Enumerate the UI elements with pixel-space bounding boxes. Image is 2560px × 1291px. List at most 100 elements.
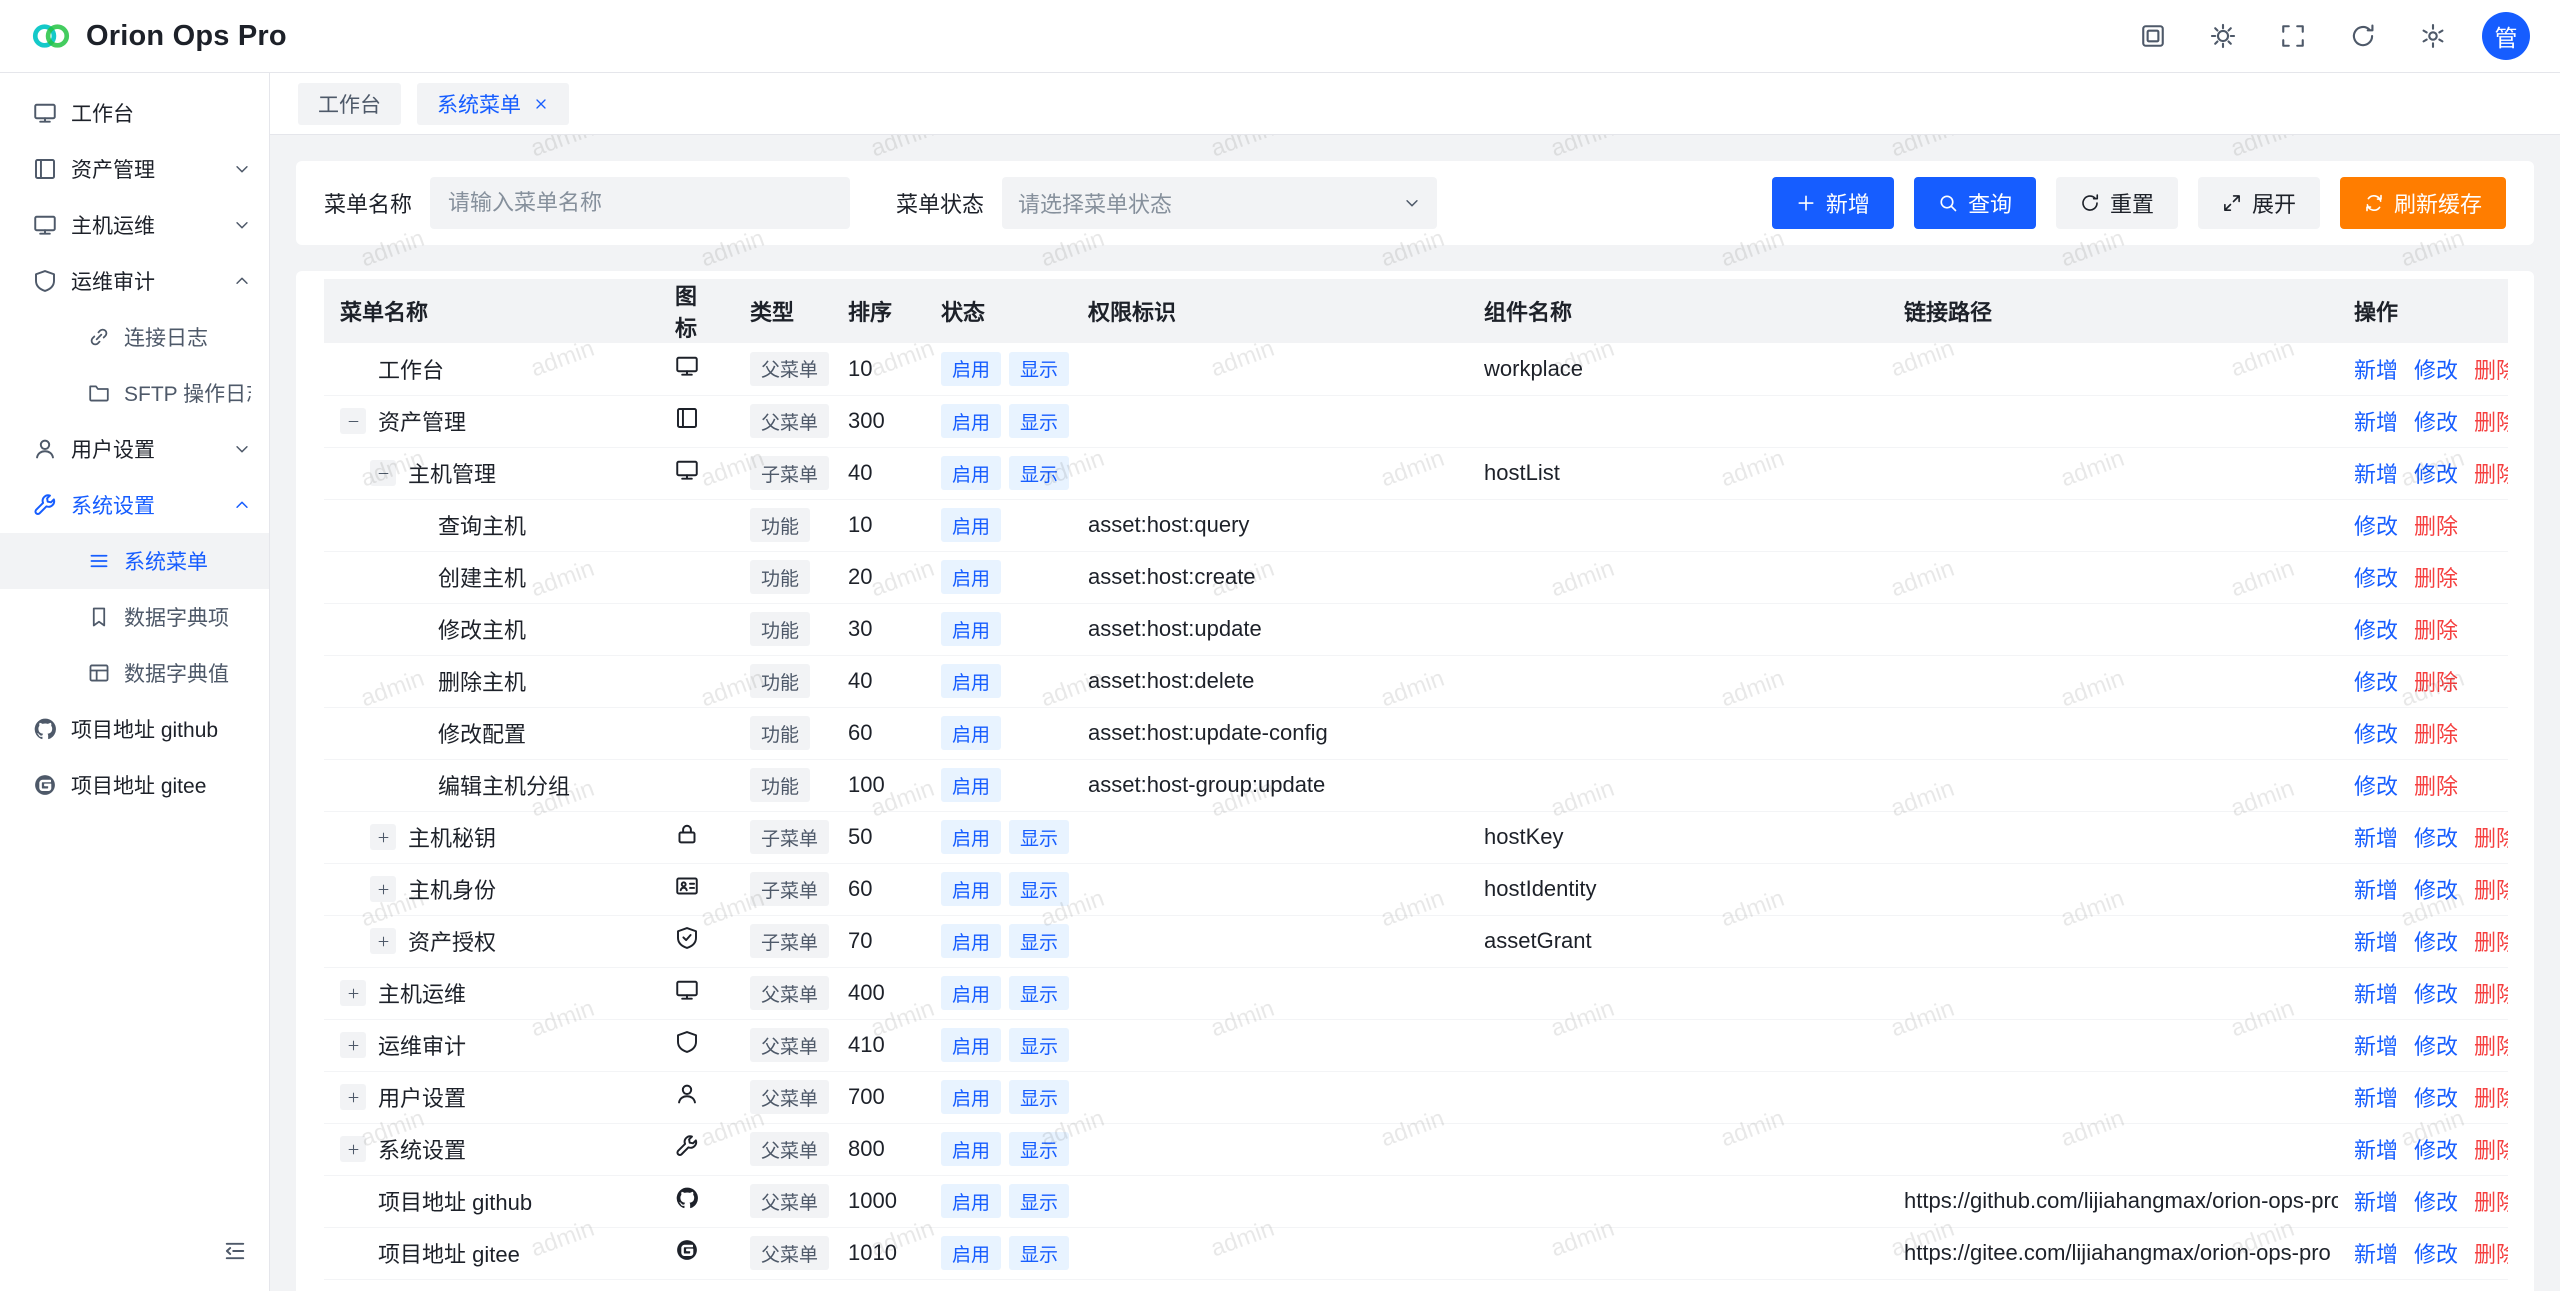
sidebar-item-system-settings[interactable]: 系统设置 bbox=[0, 477, 269, 533]
action-edit-link[interactable]: 修改 bbox=[2354, 722, 2398, 747]
status-tag: 启用 bbox=[941, 1132, 1001, 1166]
expand-row-button[interactable] bbox=[370, 928, 396, 954]
collapse-row-button[interactable] bbox=[370, 460, 396, 486]
action-add-link[interactable]: 新增 bbox=[2354, 1086, 2398, 1111]
action-edit-link[interactable]: 修改 bbox=[2414, 1034, 2458, 1059]
action-delete-link[interactable]: 删除 bbox=[2414, 514, 2458, 539]
expand-row-button[interactable] bbox=[340, 1136, 366, 1162]
action-add-link[interactable]: 新增 bbox=[2354, 930, 2398, 955]
action-add-link[interactable]: 新增 bbox=[2354, 982, 2398, 1007]
search-button[interactable]: 查询 bbox=[1914, 177, 2036, 229]
action-delete-link[interactable]: 删除 bbox=[2474, 462, 2508, 487]
action-delete-link[interactable]: 删除 bbox=[2474, 358, 2508, 383]
action-delete-link[interactable]: 删除 bbox=[2474, 410, 2508, 435]
fullscreen-button[interactable] bbox=[2272, 15, 2314, 57]
expand-row-button[interactable] bbox=[370, 824, 396, 850]
action-edit-link[interactable]: 修改 bbox=[2414, 930, 2458, 955]
expand-button[interactable]: 展开 bbox=[2198, 177, 2320, 229]
sidebar-item-system-menu[interactable]: 系统菜单 bbox=[0, 533, 269, 589]
menu-name-filter-input[interactable] bbox=[430, 177, 850, 229]
sidebar-item-connect-log[interactable]: 连接日志 bbox=[0, 309, 269, 365]
action-delete-link[interactable]: 删除 bbox=[2474, 1138, 2508, 1163]
action-delete-link[interactable]: 删除 bbox=[2414, 670, 2458, 695]
action-add-link[interactable]: 新增 bbox=[2354, 1138, 2398, 1163]
action-delete-link[interactable]: 删除 bbox=[2474, 878, 2508, 903]
action-edit-link[interactable]: 修改 bbox=[2354, 514, 2398, 539]
menu-icon-cell bbox=[659, 967, 734, 1019]
column-header: 菜单名称 bbox=[324, 279, 659, 343]
sidebar-item-host-ops[interactable]: 主机运维 bbox=[0, 197, 269, 253]
sidebar-item-user-settings[interactable]: 用户设置 bbox=[0, 421, 269, 477]
tab-close-button[interactable] bbox=[533, 96, 549, 112]
menu-status-filter-select[interactable]: 请选择菜单状态 bbox=[1002, 177, 1437, 229]
action-delete-link[interactable]: 删除 bbox=[2474, 930, 2508, 955]
refresh-button[interactable] bbox=[2342, 15, 2384, 57]
action-delete-link[interactable]: 删除 bbox=[2474, 1086, 2508, 1111]
action-add-link[interactable]: 新增 bbox=[2354, 878, 2398, 903]
action-edit-link[interactable]: 修改 bbox=[2414, 1086, 2458, 1111]
sidebar-item-label: 工作台 bbox=[71, 98, 251, 128]
action-delete-link[interactable]: 删除 bbox=[2474, 1190, 2508, 1215]
action-edit-link[interactable]: 修改 bbox=[2354, 618, 2398, 643]
status-tag: 启用 bbox=[941, 976, 1001, 1010]
action-edit-link[interactable]: 修改 bbox=[2414, 1138, 2458, 1163]
add-button[interactable]: 新增 bbox=[1772, 177, 1894, 229]
action-add-link[interactable]: 新增 bbox=[2354, 1034, 2398, 1059]
expand-row-button[interactable] bbox=[340, 980, 366, 1006]
action-edit-link[interactable]: 修改 bbox=[2414, 1190, 2458, 1215]
sidebar-item-gitee[interactable]: 项目地址 gitee bbox=[0, 757, 269, 813]
sidebar-item-asset-manage[interactable]: 资产管理 bbox=[0, 141, 269, 197]
link-path-cell bbox=[1888, 967, 2338, 1019]
theme-button[interactable] bbox=[2202, 15, 2244, 57]
watermark-text: admin bbox=[527, 135, 598, 163]
action-edit-link[interactable]: 修改 bbox=[2414, 410, 2458, 435]
user-avatar[interactable]: 管 bbox=[2482, 12, 2530, 60]
action-delete-link[interactable]: 删除 bbox=[2474, 826, 2508, 851]
action-edit-link[interactable]: 修改 bbox=[2414, 878, 2458, 903]
action-delete-link[interactable]: 删除 bbox=[2474, 1242, 2508, 1267]
sidebar-item-dict-key[interactable]: 数据字典项 bbox=[0, 589, 269, 645]
action-edit-link[interactable]: 修改 bbox=[2414, 1242, 2458, 1267]
action-delete-link[interactable]: 删除 bbox=[2414, 722, 2458, 747]
action-edit-link[interactable]: 修改 bbox=[2354, 566, 2398, 591]
action-edit-link[interactable]: 修改 bbox=[2414, 462, 2458, 487]
refresh-cache-button[interactable]: 刷新缓存 bbox=[2340, 177, 2506, 229]
action-edit-link[interactable]: 修改 bbox=[2414, 358, 2458, 383]
sidebar-item-github[interactable]: 项目地址 github bbox=[0, 701, 269, 757]
sidebar-item-dict-value[interactable]: 数据字典值 bbox=[0, 645, 269, 701]
sidebar-item-sftp-log[interactable]: SFTP 操作日志 bbox=[0, 365, 269, 421]
logo[interactable]: Orion Ops Pro bbox=[30, 20, 287, 53]
collapse-row-button[interactable] bbox=[340, 408, 366, 434]
expand-row-button[interactable] bbox=[340, 1032, 366, 1058]
action-delete-link[interactable]: 删除 bbox=[2414, 774, 2458, 799]
expand-row-button[interactable] bbox=[340, 1084, 366, 1110]
expand-row-button[interactable] bbox=[370, 876, 396, 902]
action-delete-link[interactable]: 删除 bbox=[2474, 1034, 2508, 1059]
action-delete-link[interactable]: 删除 bbox=[2414, 618, 2458, 643]
settings-button[interactable] bbox=[2412, 15, 2454, 57]
action-add-link[interactable]: 新增 bbox=[2354, 1242, 2398, 1267]
action-add-link[interactable]: 新增 bbox=[2354, 410, 2398, 435]
sidebar-item-workbench[interactable]: 工作台 bbox=[0, 85, 269, 141]
tab-workbench[interactable]: 工作台 bbox=[298, 83, 401, 125]
reset-button[interactable]: 重置 bbox=[2056, 177, 2178, 229]
action-add-link[interactable]: 新增 bbox=[2354, 462, 2398, 487]
menu-sort-cell: 40 bbox=[832, 655, 925, 707]
sidebar-collapse-button[interactable] bbox=[217, 1233, 253, 1269]
action-add-link[interactable]: 新增 bbox=[2354, 826, 2398, 851]
action-add-link[interactable]: 新增 bbox=[2354, 358, 2398, 383]
action-edit-link[interactable]: 修改 bbox=[2354, 774, 2398, 799]
type-tag: 父菜单 bbox=[750, 1184, 829, 1218]
status-tag: 启用 bbox=[941, 508, 1001, 542]
action-delete-link[interactable]: 删除 bbox=[2414, 566, 2458, 591]
action-delete-link[interactable]: 删除 bbox=[2474, 982, 2508, 1007]
action-edit-link[interactable]: 修改 bbox=[2414, 826, 2458, 851]
action-edit-link[interactable]: 修改 bbox=[2414, 982, 2458, 1007]
action-edit-link[interactable]: 修改 bbox=[2354, 670, 2398, 695]
action-add-link[interactable]: 新增 bbox=[2354, 1190, 2398, 1215]
panel-button[interactable] bbox=[2132, 15, 2174, 57]
menu-name: 创建主机 bbox=[438, 561, 526, 593]
sidebar-item-ops-audit[interactable]: 运维审计 bbox=[0, 253, 269, 309]
button-label: 新增 bbox=[1826, 187, 1870, 219]
tab-system-menu[interactable]: 系统菜单 bbox=[417, 83, 569, 125]
